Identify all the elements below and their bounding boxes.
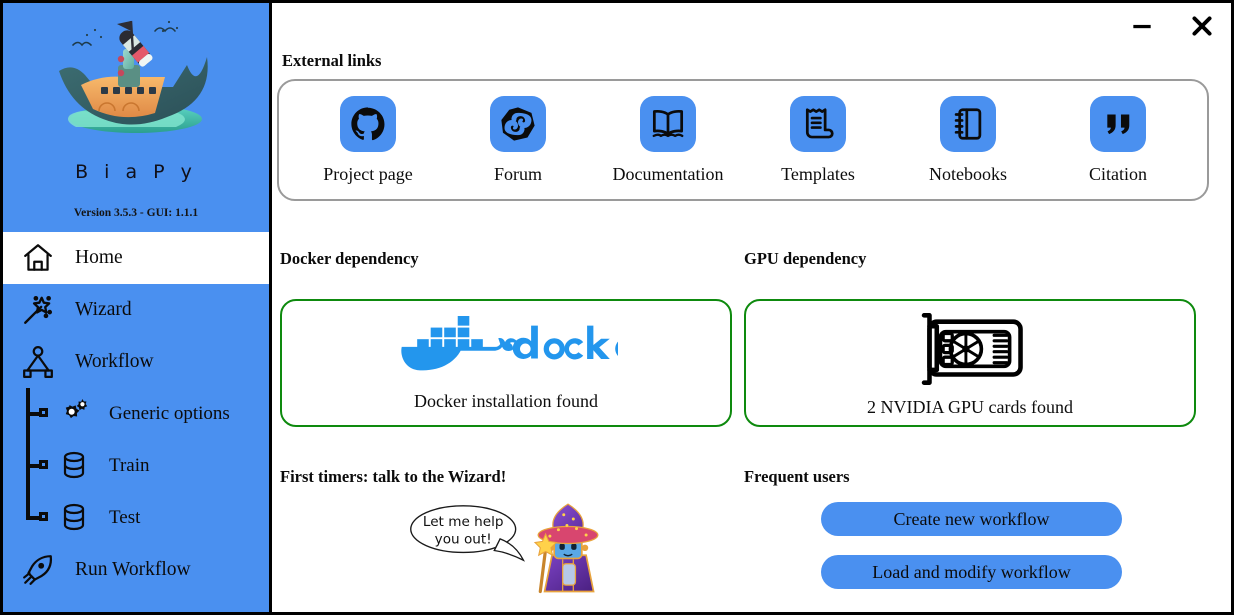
svg-text:Let me help: Let me help <box>423 514 504 530</box>
brand-block: B i a P y Version 3.5.3 - GUI: 1.1.1 <box>3 3 269 232</box>
brand-version: Version 3.5.3 - GUI: 1.1.1 <box>73 207 199 219</box>
external-link-forum[interactable]: Forum <box>448 95 588 185</box>
image-sc-forum-icon <box>490 95 546 152</box>
wizard-promo-art[interactable]: Let me help you out! <box>280 495 732 605</box>
sidebar-item-train[interactable]: Train <box>3 440 269 492</box>
sidebar-item-wizard[interactable]: Wizard <box>3 284 269 336</box>
sidebar-item-label: Home <box>75 247 123 268</box>
sidebar-item-label: Train <box>109 455 150 476</box>
docker-status-text: Docker installation found <box>414 391 598 411</box>
speech-bubble-icon: Let me help you out! <box>410 505 525 562</box>
biapy-application-window: B i a P y Version 3.5.3 - GUI: 1.1.1 Hom… <box>0 0 1234 615</box>
docker-dependency-title: Docker dependency <box>280 249 419 268</box>
tree-branch-end-icon <box>17 492 51 544</box>
sidebar-item-run-workflow[interactable]: Run Workflow <box>3 544 269 596</box>
tree-branch-icon <box>17 440 51 492</box>
open-book-icon <box>640 95 696 152</box>
quotation-marks-icon <box>1090 95 1146 152</box>
sidebar-item-label: Run Workflow <box>75 559 191 580</box>
brand-name: B i a P y <box>75 161 197 183</box>
gpu-card-icon <box>904 308 1036 395</box>
database-icon <box>51 449 97 483</box>
biapy-boat-microscope-logo <box>43 9 229 157</box>
docker-whale-logo <box>394 314 656 379</box>
gpu-status-panel: 2 NVIDIA GPU cards found <box>744 299 1196 427</box>
external-link-templates[interactable]: Templates <box>748 95 888 185</box>
external-link-project-page[interactable]: Project page <box>298 95 438 185</box>
sidebar-item-label: Test <box>109 507 141 528</box>
external-link-citation[interactable]: Citation <box>1048 95 1188 185</box>
sidebar-item-home[interactable]: Home <box>3 232 269 284</box>
sidebar: B i a P y Version 3.5.3 - GUI: 1.1.1 Hom… <box>3 3 272 612</box>
notebook-icon <box>940 95 996 152</box>
github-icon <box>340 95 396 152</box>
gpu-status-text: 2 NVIDIA GPU cards found <box>867 397 1073 417</box>
sidebar-item-label: Wizard <box>75 299 132 320</box>
tree-branch-icon <box>17 388 51 440</box>
main-content: External links Project page Forum Docume… <box>272 3 1231 612</box>
sidebar-item-workflow[interactable]: Workflow <box>3 336 269 388</box>
gears-icon <box>51 396 97 432</box>
external-link-label: Documentation <box>612 163 724 184</box>
close-icon[interactable] <box>1185 9 1219 43</box>
svg-text:you out!: you out! <box>435 532 492 548</box>
external-link-documentation[interactable]: Documentation <box>598 95 738 185</box>
external-link-label: Notebooks <box>929 163 1007 184</box>
wizard-promo-title: First timers: talk to the Wizard! <box>280 467 507 486</box>
external-link-label: Forum <box>493 163 542 184</box>
frequent-users-title: Frequent users <box>744 467 850 486</box>
database-icon <box>51 501 97 535</box>
wizard-robot-icon <box>533 503 599 594</box>
gpu-dependency-title: GPU dependency <box>744 249 867 268</box>
document-list-icon <box>790 95 846 152</box>
rocket-icon <box>17 550 59 590</box>
create-new-workflow-button[interactable]: Create new workflow <box>821 502 1122 536</box>
workflow-nodes-icon <box>17 342 59 382</box>
external-link-label: Project page <box>323 163 413 184</box>
external-link-label: Citation <box>1089 163 1147 184</box>
docker-status-panel: Docker installation found <box>280 299 732 427</box>
external-link-label: Templates <box>781 163 855 184</box>
window-controls <box>1125 9 1219 43</box>
magic-wand-icon <box>17 290 59 330</box>
home-icon <box>17 238 59 278</box>
sidebar-item-generic-options[interactable]: Generic options <box>3 388 269 440</box>
external-link-notebooks[interactable]: Notebooks <box>898 95 1038 185</box>
sidebar-item-label: Workflow <box>75 351 154 372</box>
sidebar-item-label: Generic options <box>109 403 230 424</box>
load-and-modify-workflow-button[interactable]: Load and modify workflow <box>821 555 1122 589</box>
minimize-button[interactable] <box>1125 9 1159 43</box>
external-links-panel: Project page Forum Documentation Templat… <box>277 79 1209 201</box>
external-links-title: External links <box>282 51 382 70</box>
sidebar-item-test[interactable]: Test <box>3 492 269 544</box>
